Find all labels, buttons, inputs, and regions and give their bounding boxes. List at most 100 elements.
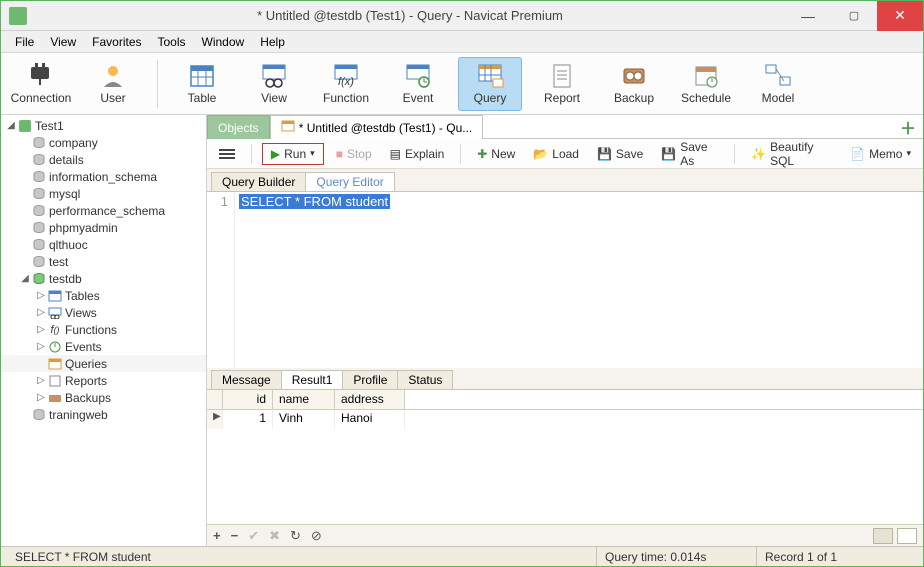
status-sql: SELECT * FROM student [7,547,597,566]
tree-node-tables[interactable]: ▷Tables [1,287,206,304]
col-address[interactable]: address [335,390,405,409]
chevron-down-icon: ▾ [310,148,315,159]
tree-node-queries[interactable]: Queries [1,355,206,372]
tree-db[interactable]: qlthuoc [1,236,206,253]
tree-node-backups[interactable]: ▷Backups [1,389,206,406]
grid-header: id name address [207,390,923,410]
sql-editor[interactable]: 1 SELECT * FROM student [207,191,923,368]
menu-file[interactable]: File [7,33,42,51]
tree-db[interactable]: company [1,134,206,151]
tree-db[interactable]: information_schema [1,168,206,185]
backup-button[interactable]: Backup [602,57,666,111]
result-tabs: Message Result1 Profile Status [207,368,923,390]
query-toolbar: ▶ Run ▾ ■ Stop ▤ Explain ✚New 📂Load 💾Sav… [207,139,923,169]
table-row[interactable]: ▶ 1 Vinh Hanoi [207,410,923,429]
tab-message[interactable]: Message [211,370,282,389]
tree-node-views[interactable]: ▷Views [1,304,206,321]
result-grid[interactable]: id name address ▶ 1 Vinh Hanoi + − ✔ ✖ ↻ [207,390,923,546]
menu-help[interactable]: Help [252,33,293,51]
backup-icon [620,63,648,89]
function-button[interactable]: f(x) Function [314,57,378,111]
beautify-button[interactable]: ✨Beautify SQL [745,143,838,165]
form-view-button[interactable] [897,528,917,544]
tree-node-reports[interactable]: ▷Reports [1,372,206,389]
connection-button[interactable]: Connection [9,57,73,111]
memo-button[interactable]: 📄Memo▾ [844,143,917,165]
menu-window[interactable]: Window [194,33,253,51]
event-button[interactable]: Event [386,57,450,111]
status-time: Query time: 0.014s [597,547,757,566]
load-button[interactable]: 📂Load [527,143,585,165]
grid-view-button[interactable] [873,528,893,544]
schedule-icon [692,63,720,89]
new-button[interactable]: ✚New [471,143,521,165]
query-icon [47,357,63,371]
model-button[interactable]: Model [746,57,810,111]
tab-query[interactable]: * Untitled @testdb (Test1) - Qu... [270,115,484,139]
add-row-button[interactable]: + [213,528,221,543]
save-button[interactable]: 💾Save [591,143,649,165]
query-button[interactable]: Query [458,57,522,111]
tree-node-functions[interactable]: ▷f()Functions [1,321,206,338]
collapse-icon[interactable]: ◢ [19,273,31,284]
database-icon [31,153,47,167]
run-button[interactable]: ▶ Run ▾ [262,143,324,165]
report-button[interactable]: Report [530,57,594,111]
row-indicator-icon: ▶ [207,410,223,429]
tab-result1[interactable]: Result1 [281,370,344,389]
maximize-button[interactable]: ▢ [831,1,877,31]
function-icon: f(x) [332,63,360,89]
table-button[interactable]: Table [170,57,234,111]
refresh-button[interactable]: ↻ [290,528,301,544]
database-icon [31,221,47,235]
new-tab-button[interactable]: ＋ [893,115,923,139]
apply-button[interactable]: ✔ [248,528,259,544]
menu-favorites[interactable]: Favorites [84,33,149,51]
user-button[interactable]: User [81,57,145,111]
tree-db[interactable]: details [1,151,206,168]
view-button[interactable]: View [242,57,306,111]
delete-row-button[interactable]: − [231,528,239,543]
database-icon [31,187,47,201]
close-button[interactable]: ✕ [877,1,923,31]
collapse-icon[interactable]: ◢ [5,120,17,131]
stop-button[interactable]: ■ Stop [330,143,378,165]
menu-toggle-button[interactable] [213,143,241,165]
memo-icon: 📄 [850,147,865,161]
explain-button[interactable]: ▤ Explain [384,143,451,165]
expand-icon[interactable]: ▷ [35,341,47,352]
tree-db[interactable]: mysql [1,185,206,202]
tree-node-events[interactable]: ▷Events [1,338,206,355]
tree-db[interactable]: test [1,253,206,270]
expand-icon[interactable]: ▷ [35,324,47,335]
expand-icon[interactable]: ▷ [35,307,47,318]
col-name[interactable]: name [273,390,335,409]
database-icon [31,408,47,422]
menu-tools[interactable]: Tools [150,33,194,51]
tree-db-open[interactable]: ◢testdb [1,270,206,287]
save-as-button[interactable]: 💾Save As [655,143,724,165]
schedule-button[interactable]: Schedule [674,57,738,111]
col-id[interactable]: id [223,390,273,409]
hamburger-icon [219,149,235,159]
minimize-button[interactable]: — [785,1,831,31]
status-bar: SELECT * FROM student Query time: 0.014s… [1,546,923,566]
cancel-button[interactable]: ✖ [269,528,280,544]
tab-profile[interactable]: Profile [342,370,398,389]
tree-db[interactable]: performance_schema [1,202,206,219]
tab-query-builder[interactable]: Query Builder [211,172,306,191]
expand-icon[interactable]: ▷ [35,290,47,301]
tree-connection[interactable]: ◢ Test1 [1,117,206,134]
database-icon [31,238,47,252]
menu-view[interactable]: View [42,33,84,51]
expand-icon[interactable]: ▷ [35,375,47,386]
tab-query-editor[interactable]: Query Editor [305,172,394,191]
grid-toolbar: + − ✔ ✖ ↻ ⊘ [207,524,923,546]
tab-objects[interactable]: Objects [207,115,270,139]
stop-button[interactable]: ⊘ [311,528,322,544]
connection-tree[interactable]: ◢ Test1 company details information_sche… [1,115,207,546]
tree-db[interactable]: traningweb [1,406,206,423]
tree-db[interactable]: phpmyadmin [1,219,206,236]
expand-icon[interactable]: ▷ [35,392,47,403]
tab-status[interactable]: Status [397,370,453,389]
